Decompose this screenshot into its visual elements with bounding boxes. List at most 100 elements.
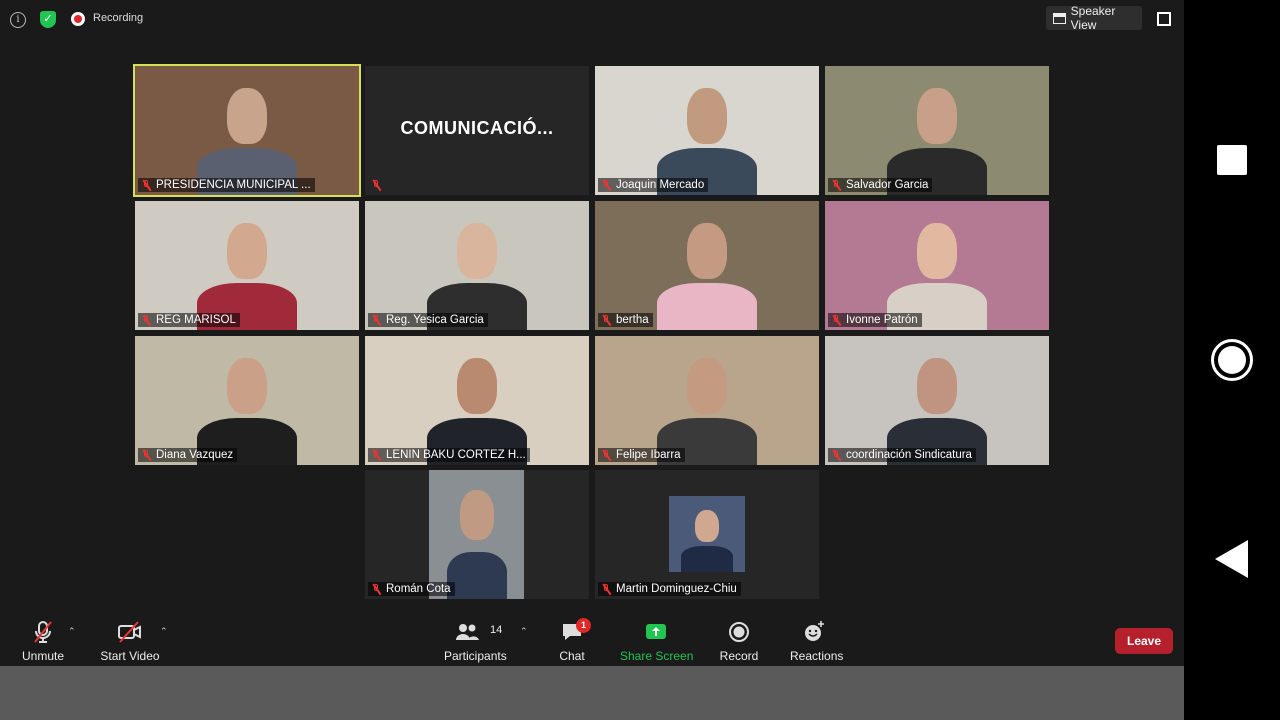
participant-face — [687, 223, 727, 279]
start-video-label: Start Video — [100, 649, 160, 663]
participant-face — [687, 88, 727, 144]
participant-face — [227, 223, 267, 279]
participant-face — [917, 223, 957, 279]
participant-face — [227, 88, 267, 144]
muted-microphone-icon — [371, 180, 381, 191]
fullscreen-icon[interactable] — [1157, 12, 1171, 26]
participant-face — [695, 510, 719, 542]
participant-name: Salvador Garcia — [846, 179, 929, 191]
chat-label: Chat — [559, 649, 585, 663]
record-icon — [729, 622, 749, 642]
video-options-caret-icon[interactable]: ⌃ — [160, 626, 168, 637]
participant-name: LENIN BAKU CORTEZ H... — [386, 449, 526, 461]
encryption-shield-icon[interactable]: ✓ — [40, 11, 56, 28]
video-off-icon — [118, 621, 141, 643]
chat-unread-badge: 1 — [576, 618, 591, 633]
participant-name: Reg. Yesica Garcia — [386, 314, 484, 326]
reaction-smiley-icon — [805, 621, 824, 641]
muted-microphone-icon — [601, 449, 611, 461]
participant-face — [457, 358, 497, 414]
back-triangle-icon[interactable] — [1215, 540, 1248, 578]
participant-name-label: Reg. Yesica Garcia — [368, 313, 488, 327]
participant-body — [447, 552, 507, 599]
participant-face — [917, 88, 957, 144]
participant-tile[interactable]: Joaquin Mercado — [595, 66, 819, 195]
participant-name: Martin Dominguez-Chiu — [616, 583, 737, 595]
participant-tile[interactable]: Ivonne Patrón — [825, 201, 1049, 330]
home-circle-icon[interactable] — [1211, 339, 1253, 381]
participant-face — [917, 358, 957, 414]
participants-caret-icon[interactable]: ⌃ — [520, 626, 528, 637]
share-screen-button[interactable]: Share Screen — [620, 620, 693, 663]
participant-name-label: Salvador Garcia — [828, 178, 933, 192]
participant-name-label: Ivonne Patrón — [828, 313, 922, 327]
muted-microphone-icon — [371, 314, 381, 326]
speaker-view-label: Speaker View — [1070, 4, 1116, 32]
participant-tile[interactable]: Reg. Yesica Garcia — [365, 201, 589, 330]
participant-name-label: Diana Vazquez — [138, 448, 238, 462]
participant-face — [457, 223, 497, 279]
speaker-view-icon — [1053, 12, 1066, 24]
muted-microphone-icon — [831, 449, 841, 461]
participant-name-label: bertha — [598, 313, 653, 327]
leave-meeting-button[interactable]: Leave — [1115, 628, 1173, 654]
audio-options-caret-icon[interactable]: ⌃ — [68, 626, 76, 637]
muted-microphone-icon — [371, 449, 381, 461]
microphone-muted-icon — [34, 621, 52, 643]
participants-button[interactable]: 14 Participants — [444, 620, 507, 663]
participant-tile[interactable]: Román Cota — [365, 470, 589, 599]
start-video-button[interactable]: Start Video — [100, 620, 160, 663]
participant-tile[interactable]: LENIN BAKU CORTEZ H... — [365, 336, 589, 465]
participant-tile[interactable]: COMUNICACIÓ... — [365, 66, 589, 195]
participant-name-label: Román Cota — [368, 582, 455, 596]
recording-icon — [71, 12, 85, 26]
participant-name: Felipe Ibarra — [616, 449, 681, 461]
recording-label: Recording — [93, 12, 144, 24]
participant-name: Diana Vazquez — [156, 449, 234, 461]
participant-name-label: Martin Dominguez-Chiu — [598, 582, 741, 596]
participant-name-label: REG MARISOL — [138, 313, 240, 327]
participant-name: PRESIDENCIA MUNICIPAL ... — [156, 179, 311, 191]
unmute-button[interactable]: Unmute — [18, 620, 68, 663]
muted-microphone-icon — [141, 179, 151, 191]
participant-tile[interactable]: Diana Vazquez — [135, 336, 359, 465]
muted-microphone-icon — [371, 583, 381, 595]
recents-square-icon[interactable] — [1217, 145, 1247, 175]
participant-tile[interactable]: coordinación Sindicatura — [825, 336, 1049, 465]
participant-name: Román Cota — [386, 583, 451, 595]
participant-name-label: Felipe Ibarra — [598, 448, 685, 462]
zoom-meeting-window: i ✓ Recording Speaker View PRESIDENCIA M… — [0, 0, 1184, 666]
reactions-button[interactable]: Reactions — [790, 620, 843, 663]
info-icon[interactable]: i — [10, 12, 26, 28]
muted-microphone-icon — [831, 179, 841, 191]
participant-tile[interactable]: Salvador Garcia — [825, 66, 1049, 195]
participant-tile[interactable]: PRESIDENCIA MUNICIPAL ... — [133, 64, 361, 197]
record-button[interactable]: Record — [719, 620, 759, 663]
participant-tile[interactable]: Felipe Ibarra — [595, 336, 819, 465]
muted-microphone-icon — [601, 314, 611, 326]
muted-microphone-icon — [831, 314, 841, 326]
participant-face — [687, 358, 727, 414]
participant-face — [227, 358, 267, 414]
participant-name-label: Joaquin Mercado — [598, 178, 709, 192]
participant-name: Joaquin Mercado — [616, 179, 705, 191]
participant-tile[interactable]: Martin Dominguez-Chiu — [595, 470, 819, 599]
bottom-system-strip — [0, 666, 1184, 720]
participant-face — [460, 490, 494, 540]
participant-tile[interactable]: bertha — [595, 201, 819, 330]
participant-tile[interactable]: REG MARISOL — [135, 201, 359, 330]
speaker-view-button[interactable]: Speaker View — [1046, 4, 1142, 32]
participants-icon — [456, 624, 479, 640]
participant-name-label: LENIN BAKU CORTEZ H... — [368, 448, 530, 462]
participant-name-label: coordinación Sindicatura — [828, 448, 976, 462]
participant-body — [657, 283, 757, 330]
participant-name: REG MARISOL — [156, 314, 236, 326]
share-screen-icon — [646, 624, 666, 639]
participant-name: bertha — [616, 314, 649, 326]
share-screen-label: Share Screen — [620, 649, 694, 663]
record-label: Record — [719, 649, 759, 663]
participant-count: 14 — [490, 624, 503, 636]
muted-microphone-icon — [141, 314, 151, 326]
reactions-label: Reactions — [790, 649, 844, 663]
muted-microphone-icon — [141, 449, 151, 461]
